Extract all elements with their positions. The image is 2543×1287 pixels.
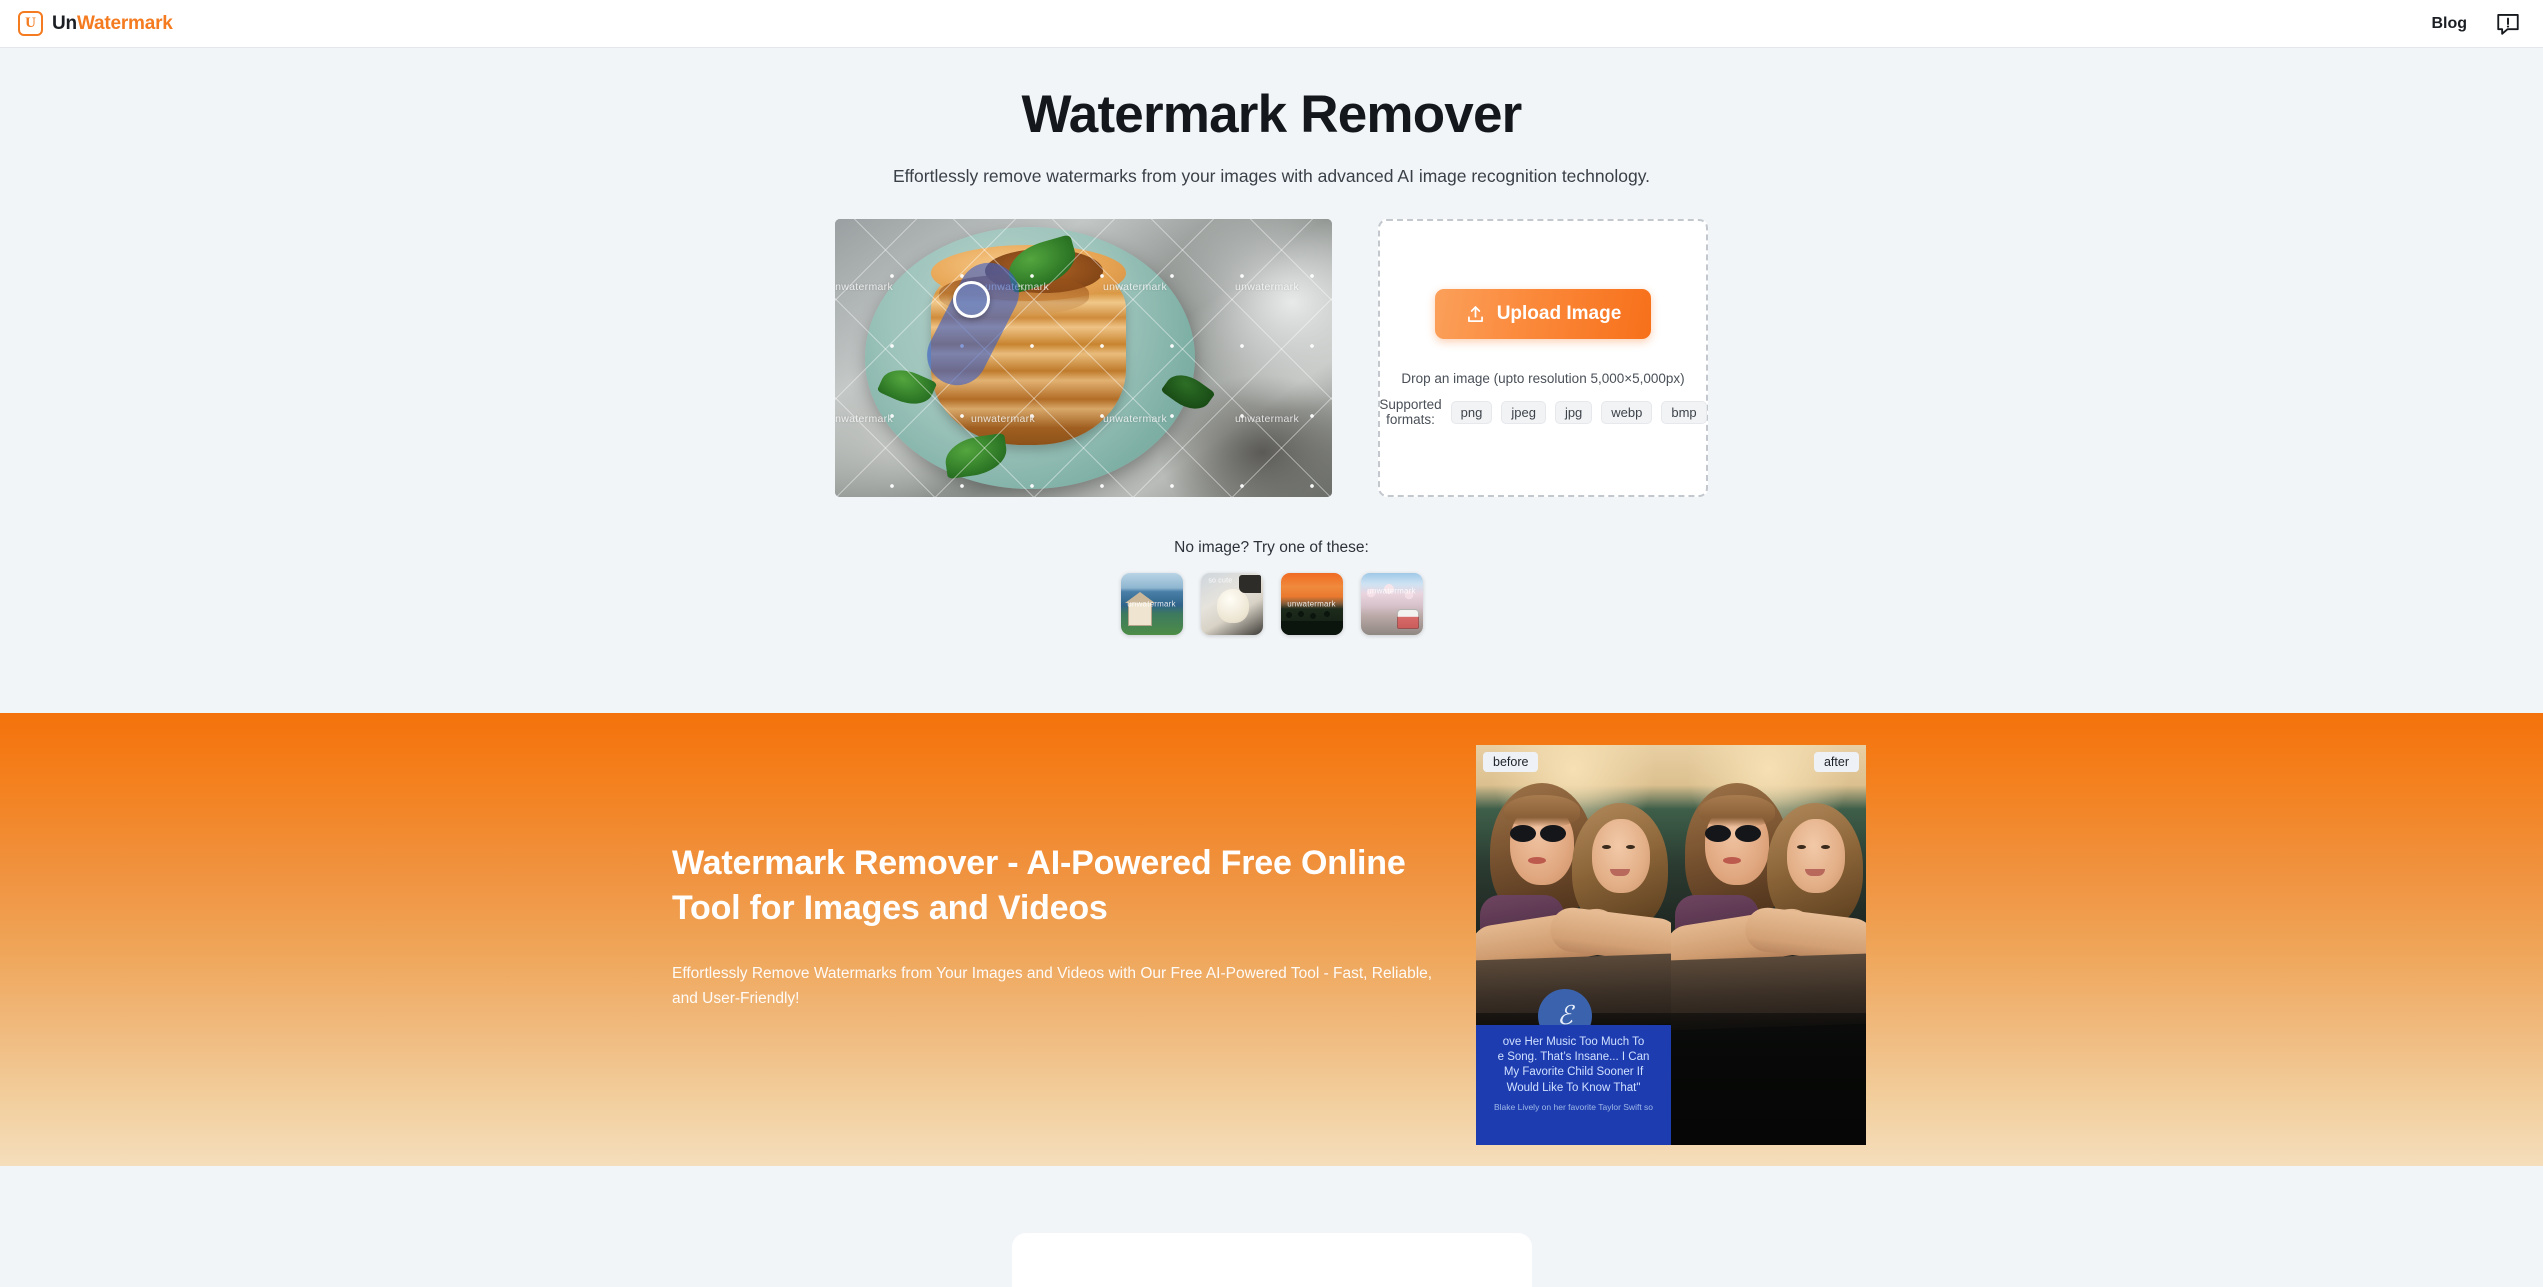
before-after-comparison: ℰ ove Her Music Too Much To e Song. That… xyxy=(1476,745,1866,1145)
upload-dropzone[interactable]: Upload Image Drop an image (upto resolut… xyxy=(1378,219,1708,498)
brand-name: UnWatermark xyxy=(52,13,173,35)
after-person-right-eye xyxy=(1797,845,1806,849)
sample-thumbnail-house-by-water[interactable]: unwatermark xyxy=(1120,573,1183,636)
preview-dot-overlay xyxy=(835,219,1332,498)
unwatermark-logo-icon: U xyxy=(18,11,43,36)
brand-logo[interactable]: U UnWatermark xyxy=(18,11,173,36)
supported-formats-label: Supported formats: xyxy=(1379,397,1442,428)
format-badge-png[interactable]: png xyxy=(1450,400,1493,424)
brand-name-part1: Un xyxy=(52,12,77,34)
sample-watermark-text: unwatermark xyxy=(1367,586,1416,596)
after-dark-area xyxy=(1671,1013,1866,1145)
page-subtitle: Effortlessly remove watermarks from your… xyxy=(892,166,1651,187)
upload-icon xyxy=(1467,305,1483,322)
overlay-line-3: My Favorite Child Sooner If xyxy=(1503,1066,1644,1079)
promo-banner-description: Effortlessly Remove Watermarks from Your… xyxy=(672,965,1433,1008)
after-label-badge: after xyxy=(1813,752,1859,772)
next-section-card xyxy=(1011,1233,1532,1287)
overlay-credit: Blake Lively on her favorite Taylor Swif… xyxy=(1493,1101,1654,1112)
page-title: Watermark Remover xyxy=(1021,85,1523,144)
promo-banner-inner: Watermark Remover - AI-Powered Free Onli… xyxy=(0,713,2543,1166)
sample-images-label: No image? Try one of these: xyxy=(1174,539,1369,557)
sample-watermark-text: so cute xyxy=(1208,577,1233,585)
logo-letter: U xyxy=(25,15,36,31)
sample-thumbnail-sunset-silhouette[interactable]: unwatermark xyxy=(1280,573,1343,636)
promo-banner-title: Watermark Remover - AI-Powered Free Onli… xyxy=(672,844,1406,928)
promo-banner: Watermark Remover - AI-Powered Free Onli… xyxy=(0,713,2543,1167)
site-header: U UnWatermark Blog xyxy=(0,0,2543,48)
drop-hint-text: Drop an image (upto resolution 5,000×5,0… xyxy=(1401,371,1685,387)
feedback-icon[interactable] xyxy=(2495,11,2521,37)
before-label-badge: before xyxy=(1483,752,1539,772)
watermark-subtitle-overlay: ove Her Music Too Much To e Song. That’s… xyxy=(1476,1025,1671,1145)
before-person-left-bangs xyxy=(1504,795,1580,827)
header-actions: Blog xyxy=(2431,11,2521,37)
after-person-left-bangs xyxy=(1699,795,1775,827)
sample-thumbnail-cherry-blossom-tram[interactable]: unwatermark xyxy=(1360,573,1423,636)
overlay-line-1: ove Her Music Too Much To xyxy=(1502,1036,1645,1048)
after-person-right-face xyxy=(1787,819,1845,893)
supported-formats: Supported formats: png jpeg jpg webp bmp xyxy=(1379,397,1707,428)
after-person-left-lips xyxy=(1723,857,1741,864)
brand-name-part2: Watermark xyxy=(76,12,173,34)
preview-image: unwatermark unwatermark unwatermark unwa… xyxy=(835,219,1332,498)
before-person-right-eye xyxy=(1626,845,1635,849)
hero-section: Watermark Remover Effortlessly remove wa… xyxy=(0,48,2543,713)
comparison-after-panel: after xyxy=(1671,745,1866,1145)
before-person-right-face xyxy=(1592,819,1650,893)
nav-link-blog[interactable]: Blog xyxy=(2431,15,2467,33)
before-person-left-lips xyxy=(1528,857,1546,864)
overlay-line-2: e Song. That’s Insane... I Can xyxy=(1497,1051,1650,1064)
format-badge-bmp[interactable]: bmp xyxy=(1661,400,1707,424)
after-person-right-eye xyxy=(1821,845,1830,849)
format-badge-webp[interactable]: webp xyxy=(1601,400,1653,424)
sample-images-section: No image? Try one of these: unwatermark … xyxy=(0,539,2543,713)
comparison-before-panel: ℰ ove Her Music Too Much To e Song. That… xyxy=(1476,745,1671,1145)
sample-thumbnail-row: unwatermark so cute unwatermark unwaterm… xyxy=(0,573,2543,636)
overlay-line-4: Would Like To Know That" xyxy=(1506,1081,1641,1094)
upload-image-button[interactable]: Upload Image xyxy=(1434,289,1652,340)
sample-watermark-text: unwatermark xyxy=(1287,599,1336,609)
tool-row: unwatermark unwatermark unwatermark unwa… xyxy=(0,219,2543,498)
promo-banner-copy: Watermark Remover - AI-Powered Free Onli… xyxy=(672,841,1442,1011)
format-badge-jpg[interactable]: jpg xyxy=(1554,400,1593,424)
sunglasses-icon xyxy=(1705,825,1767,842)
below-banner-section xyxy=(0,1166,2543,1287)
sunglasses-icon xyxy=(1510,825,1572,842)
upload-button-label: Upload Image xyxy=(1496,303,1622,325)
before-person-right-eye xyxy=(1602,845,1611,849)
sample-thumbnail-white-cat[interactable]: so cute xyxy=(1200,573,1263,636)
format-badge-jpeg[interactable]: jpeg xyxy=(1501,400,1546,424)
sample-watermark-text: unwatermark xyxy=(1127,599,1176,609)
